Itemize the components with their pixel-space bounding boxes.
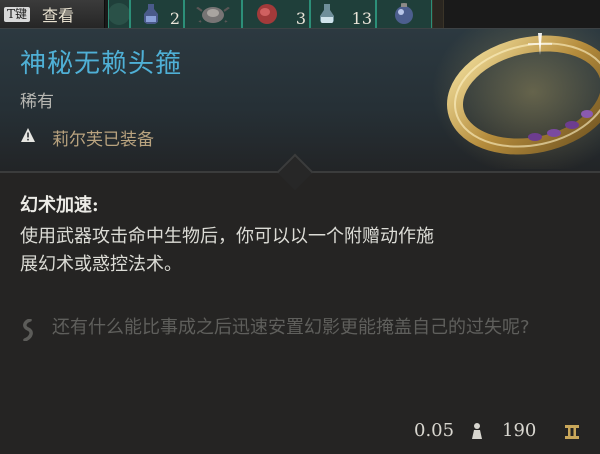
item-rarity: 稀有	[20, 92, 54, 112]
slot-count: 13	[351, 9, 372, 28]
key-badge: T键	[4, 7, 31, 22]
orb-icon	[395, 3, 413, 24]
flavor-text: 还有什么能比事成之后迅速安置幻影更能掩盖自己的过失呢?	[52, 317, 530, 338]
potion-icon	[144, 4, 158, 24]
bag-icon	[109, 3, 129, 25]
flask-icon	[320, 4, 334, 23]
equipped-by-text: 莉尔芙已装备	[52, 130, 154, 150]
item-value: 190	[502, 420, 537, 441]
passive-section: 幻术加速: 使用武器攻击命中生物后，你可以以一个附赠动作施展幻术或惑控法术。	[20, 191, 580, 279]
hotbar-slot-3[interactable]	[184, 0, 242, 28]
circlet-icon	[432, 29, 600, 169]
examine-hint[interactable]: T键 查看	[0, 0, 105, 28]
examine-label: 查看	[42, 6, 75, 25]
tooltip-header: 神秘无赖头箍 稀有 莉尔芙已装备	[0, 29, 600, 173]
hotbar-slot-2[interactable]: 2	[130, 0, 184, 28]
gold-coin-icon	[565, 425, 579, 439]
spider-icon	[194, 5, 232, 25]
hotbar-slot-6[interactable]	[376, 0, 432, 28]
hotbar: T键 查看 2 3 13	[0, 0, 600, 30]
passive-title: 幻术加速:	[20, 195, 99, 216]
warning-icon	[21, 128, 35, 142]
hotbar-slot-5[interactable]: 13	[310, 0, 376, 28]
item-weight: 0.05	[414, 420, 455, 441]
slot-count: 2	[169, 9, 180, 28]
passive-description: 使用武器攻击命中生物后，你可以以一个附赠动作施展幻术或惑控法术。	[20, 226, 434, 275]
item-stats: 0.05 190	[414, 420, 584, 444]
item-tooltip: 神秘无赖头箍 稀有 莉尔芙已装备 幻术加速: 使用武器攻击命中生物后，你可以以一…	[0, 28, 600, 454]
hotbar-slot-4[interactable]: 3	[242, 0, 310, 28]
hotbar-slot-7[interactable]	[432, 0, 444, 28]
hotbar-slot-1[interactable]	[108, 0, 130, 28]
meat-icon	[257, 4, 277, 24]
slot-count: 3	[295, 9, 306, 28]
weight-icon	[472, 423, 482, 439]
item-name: 神秘无赖头箍	[20, 49, 183, 79]
quote-icon	[23, 319, 33, 341]
